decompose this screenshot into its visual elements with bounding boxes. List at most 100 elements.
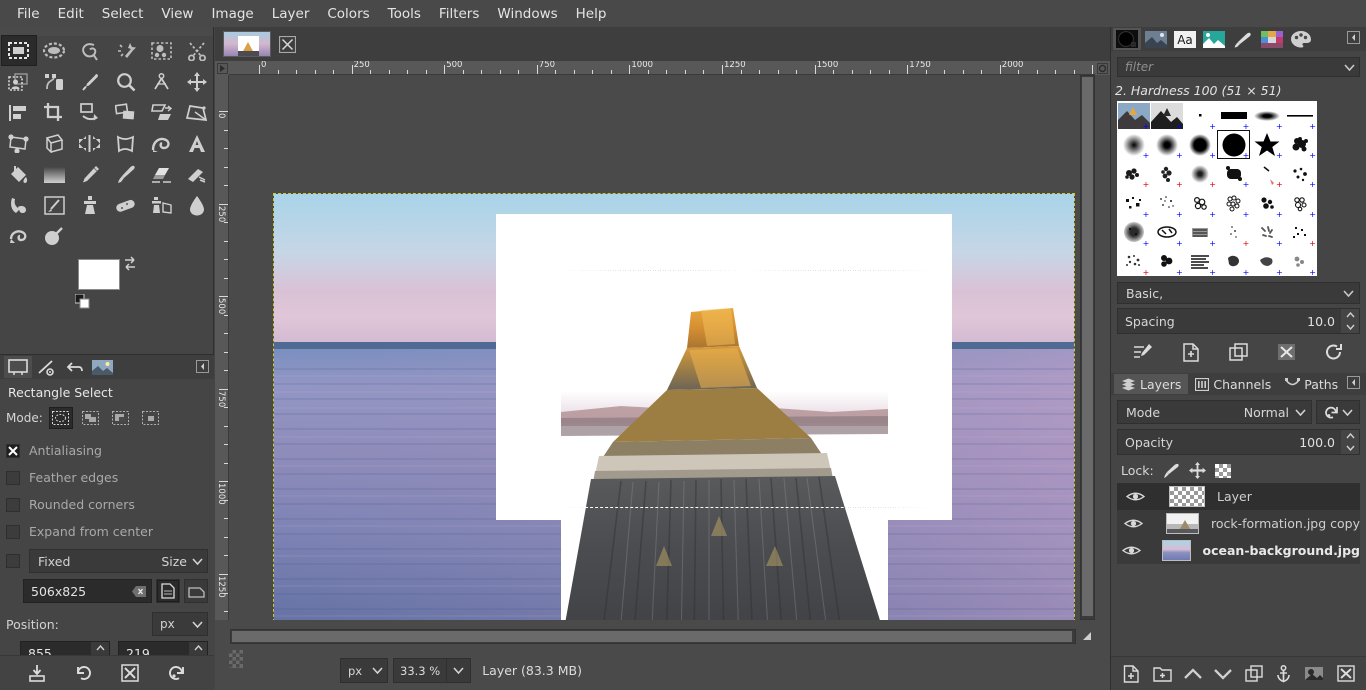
mode-intersect-button[interactable] xyxy=(139,407,163,429)
tool-crop[interactable] xyxy=(37,97,73,128)
add-layer-mask-icon[interactable] xyxy=(1304,665,1324,682)
fixed-size-input[interactable]: 506x825 xyxy=(23,579,152,603)
duplicate-layer-icon[interactable] xyxy=(1244,665,1263,682)
zoom-value[interactable]: 33.3 % xyxy=(393,658,448,683)
document-tab[interactable] xyxy=(223,31,271,57)
brush-filter-input[interactable]: filter xyxy=(1117,57,1360,77)
reset-tool-options-icon[interactable] xyxy=(168,664,186,682)
tool-scissors-select[interactable] xyxy=(179,35,215,66)
quick-mask-corner[interactable] xyxy=(1095,61,1110,75)
tab-brushes[interactable] xyxy=(1113,28,1141,50)
brush-item[interactable]: + xyxy=(1250,218,1283,247)
position-unit-dropdown[interactable]: px xyxy=(152,612,208,636)
canvas-horizontal-scrollbar[interactable] xyxy=(230,629,1076,644)
brush-item[interactable]: + xyxy=(1284,130,1317,160)
mode-add-button[interactable] xyxy=(79,407,103,429)
tool-alignment[interactable] xyxy=(1,97,37,128)
brush-item[interactable]: + xyxy=(1184,101,1217,131)
canvas-viewport[interactable] xyxy=(230,76,1094,620)
layer-row-rock-formation[interactable]: rock-formation.jpg copy xyxy=(1117,510,1360,537)
brush-spacing-slider[interactable]: Spacing 10.0 xyxy=(1117,308,1360,334)
tool-free-select[interactable] xyxy=(72,35,108,66)
refresh-brushes-icon[interactable] xyxy=(1325,343,1344,361)
tool-scale[interactable] xyxy=(108,97,144,128)
brush-item[interactable]: + xyxy=(1117,130,1150,160)
images-list-tab-icon[interactable] xyxy=(88,356,116,378)
tab-images[interactable] xyxy=(1142,28,1170,50)
layer-mode-dropdown[interactable]: Mode Normal xyxy=(1117,400,1312,424)
brush-tag-dropdown[interactable]: Basic, xyxy=(1117,282,1360,304)
brush-item[interactable]: + xyxy=(1150,188,1183,218)
brush-item[interactable]: + xyxy=(1250,247,1283,276)
tool-perspective-clone[interactable] xyxy=(143,190,179,221)
layer-list[interactable]: Layer rock-formation.jpg copy ocean-back xyxy=(1117,483,1360,564)
brush-item[interactable]: + xyxy=(1284,101,1317,131)
close-document-icon[interactable] xyxy=(276,33,298,55)
tab-layers[interactable]: Layers xyxy=(1114,374,1189,394)
tool-color-picker[interactable] xyxy=(72,66,108,97)
option-antialiasing[interactable]: Antialiasing xyxy=(6,437,208,464)
feather-edges-checkbox[interactable] xyxy=(6,470,20,485)
collapse-tool-options-icon[interactable] xyxy=(196,360,209,376)
lock-alpha-icon[interactable] xyxy=(1214,463,1231,478)
brush-item[interactable]: + xyxy=(1184,188,1217,218)
brush-item[interactable]: + xyxy=(1250,159,1283,189)
tool-select-by-color[interactable] xyxy=(143,35,179,66)
tool-handle-transform[interactable] xyxy=(37,128,73,159)
tool-heal[interactable] xyxy=(108,190,144,221)
brush-item[interactable]: + xyxy=(1284,188,1317,218)
tool-shear[interactable] xyxy=(143,97,179,128)
rounded-corners-checkbox[interactable] xyxy=(6,497,20,512)
brush-item[interactable]: + xyxy=(1184,159,1217,189)
tab-tool-presets[interactable] xyxy=(1229,28,1257,50)
option-expand-from-center[interactable]: Expand from center xyxy=(6,518,208,545)
brush-item[interactable]: + xyxy=(1150,218,1183,247)
brush-item[interactable]: + xyxy=(1250,101,1283,131)
horizontal-ruler[interactable]: 0 250 500 750 1000 1250 1500 1750 2000 2250 xyxy=(229,61,1095,75)
mode-subtract-button[interactable] xyxy=(109,407,133,429)
tool-gradient[interactable] xyxy=(37,159,73,190)
brush-item[interactable]: + xyxy=(1250,130,1283,160)
new-brush-icon[interactable] xyxy=(1182,342,1200,362)
tool-paths[interactable] xyxy=(37,66,73,97)
menu-item-layer[interactable]: Layer xyxy=(263,3,319,25)
tool-pencil[interactable] xyxy=(72,159,108,190)
mode-replace-button[interactable] xyxy=(48,407,73,429)
tool-rotate[interactable] xyxy=(72,97,108,128)
tool-eraser[interactable] xyxy=(143,159,179,190)
brush-item[interactable]: + xyxy=(1217,218,1250,247)
brush-item[interactable]: + xyxy=(1117,247,1150,276)
layer-opacity-slider[interactable]: Opacity 100.0 xyxy=(1117,429,1360,455)
brush-item[interactable]: + xyxy=(1184,247,1217,276)
menu-item-select[interactable]: Select xyxy=(93,3,153,25)
menu-item-windows[interactable]: Windows xyxy=(488,3,566,25)
zoom-dropdown-arrow[interactable] xyxy=(447,658,472,683)
lower-layer-icon[interactable] xyxy=(1214,668,1233,680)
ruler-origin-button[interactable] xyxy=(215,61,229,75)
tab-fonts[interactable]: Aa xyxy=(1171,28,1199,50)
tool-fuzzy-select[interactable] xyxy=(108,35,144,66)
chevron-down-icon[interactable] xyxy=(1344,63,1355,71)
canvas-vertical-scrollbar[interactable] xyxy=(1080,75,1095,620)
horizontal-scroll-thumb[interactable] xyxy=(232,631,1072,642)
tool-text[interactable] xyxy=(179,128,215,159)
device-status-tab-icon[interactable] xyxy=(32,356,60,378)
tool-dodge-burn[interactable] xyxy=(37,221,73,252)
opacity-stepper[interactable] xyxy=(1341,430,1359,454)
menu-item-tools[interactable]: Tools xyxy=(379,3,430,25)
delete-tool-preset-icon[interactable] xyxy=(121,664,139,682)
tool-zoom[interactable] xyxy=(108,66,144,97)
layer-row-layer[interactable]: Layer xyxy=(1117,483,1360,510)
layer-visibility-icon[interactable] xyxy=(1117,490,1153,503)
menu-item-help[interactable]: Help xyxy=(567,3,616,25)
tool-options-tab-icon[interactable] xyxy=(4,356,32,378)
layer-row-ocean-background[interactable]: ocean-background.jpg xyxy=(1117,537,1360,564)
vertical-ruler[interactable]: 0 250 500 750 1000 1250 xyxy=(215,75,229,620)
menu-item-file[interactable]: File xyxy=(8,3,49,25)
option-feather-edges[interactable]: Feather edges xyxy=(6,464,208,491)
reset-colors-icon[interactable] xyxy=(74,293,91,310)
tab-palettes[interactable] xyxy=(1287,28,1315,50)
antialiasing-checkbox[interactable] xyxy=(6,443,20,458)
tool-bucket-fill[interactable] xyxy=(1,159,37,190)
menu-item-view[interactable]: View xyxy=(152,3,202,25)
